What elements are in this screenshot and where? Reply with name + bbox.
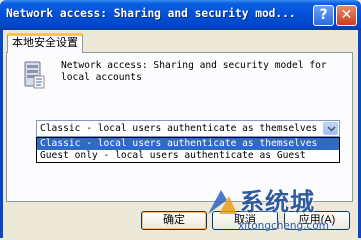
close-button[interactable]: ✕ [336,5,357,26]
watermark-text: 系统城 [240,188,315,216]
chevron-down-icon [327,126,336,132]
ok-button[interactable]: 确定 [141,211,207,230]
policy-server-icon [22,60,46,90]
tab-local-security-setting[interactable]: 本地安全设置 [7,33,83,53]
dropdown-option-classic[interactable]: Classic - local users authenticate as th… [37,138,339,150]
dropdown-option-guest-only[interactable]: Guest only - local users authenticate as… [37,150,339,162]
combobox-selected-value: Classic - local users authenticate as th… [40,123,318,134]
security-model-combobox[interactable]: Classic - local users authenticate as th… [36,120,340,137]
watermark-logo-icon [205,186,239,218]
policy-description: Network access: Sharing and security mod… [61,60,327,83]
title-bar[interactable]: Network access: Sharing and security mod… [0,0,361,30]
window-title: Network access: Sharing and security mod… [6,7,296,20]
dropdown-list[interactable]: Classic - local users authenticate as th… [36,137,340,163]
dropdown-arrow-button[interactable] [323,122,338,135]
help-button[interactable]: ? [313,5,334,26]
window-frame-left [0,30,3,238]
watermark-url: xitongcheng.com [238,220,329,232]
